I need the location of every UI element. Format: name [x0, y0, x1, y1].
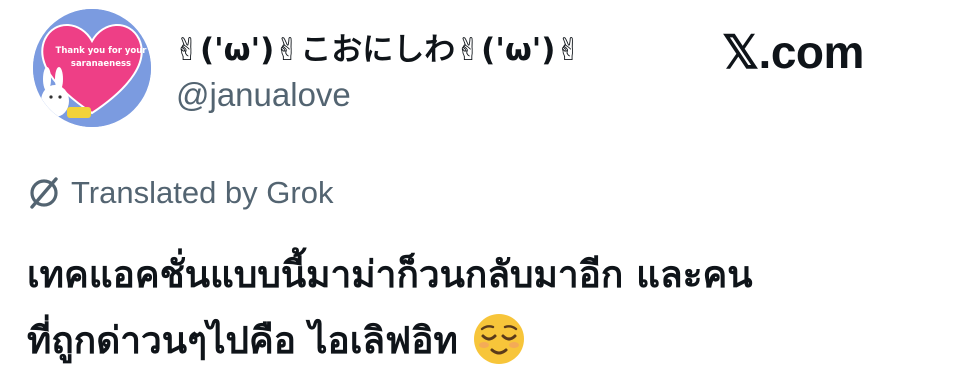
author-handle[interactable]: @janualove [176, 76, 351, 114]
tweet-line-text: ที่ถูกด่าวนๆไปคือ ไอเลิฟอิท [27, 319, 458, 362]
tweet-line: ที่ถูกด่าวนๆไปคือ ไอเลิฟอิท [27, 308, 947, 374]
tweet-line: เทคแอคชั่นแบบนี้มาม่าก็วนกลับมาอีก และคน [27, 253, 753, 296]
translation-attribution[interactable]: Translated by Grok [27, 175, 333, 211]
x-logo: 𝕏.com [722, 26, 864, 78]
author-display-name[interactable]: ✌('ω')✌こおにしわ✌('ω')✌ [174, 24, 581, 69]
tweet-text: เทคแอคชั่นแบบนี้มาม่าก็วนกลับมาอีก และคน… [27, 242, 947, 374]
avatar-caption: Thank you for your saranaeness [55, 46, 147, 69]
relieved-face-emoji-icon [472, 312, 526, 366]
translation-label: Translated by Grok [71, 175, 334, 210]
avatar[interactable]: Thank you for your saranaeness [33, 9, 151, 127]
grok-icon [27, 176, 61, 210]
